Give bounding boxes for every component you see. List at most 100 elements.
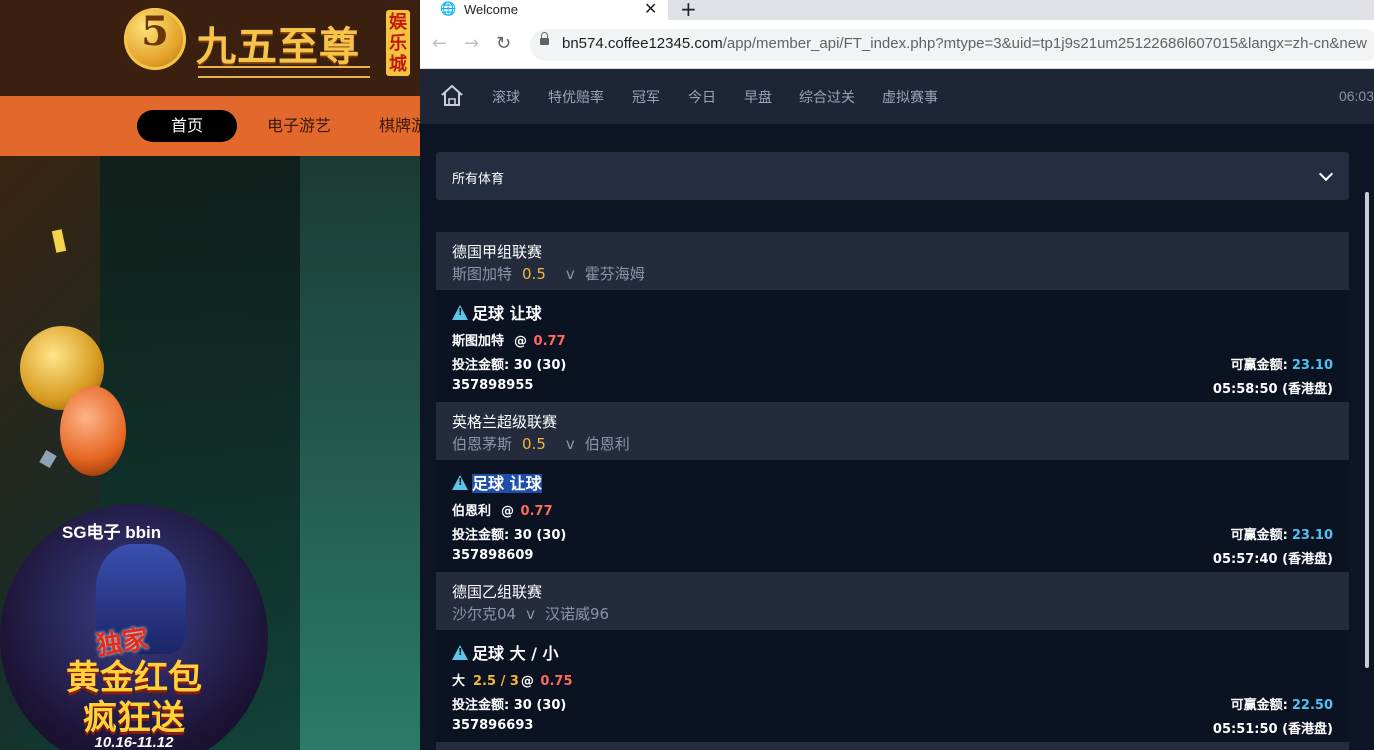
league-header: 德国乙组联赛 沙尔克04 v 汉诺威96 (436, 572, 1349, 630)
sport-filter-dropdown[interactable]: 所有体育 (436, 152, 1349, 200)
chevron-down-icon (1318, 166, 1334, 182)
match-line: 斯图加特 0.5 v 霍芬海姆 (452, 263, 645, 284)
bet-card: 足球 让球 伯恩利 @ 0.77 投注金额: 30 (30) 可赢金额:23.10… (436, 460, 1349, 572)
ticket-id: 357896693 (452, 718, 534, 733)
potential-win: 可赢金额: 22.50 (1231, 694, 1333, 713)
new-tab-button[interactable]: + (680, 0, 697, 20)
warning-icon (452, 645, 468, 660)
hero-panel-right (300, 156, 420, 750)
stake: 投注金额: 30 (30) (452, 694, 566, 713)
bet-card: 足球 大 / 小 大 2.5 / 3@ 0.75 投注金额: 30 (30) 可赢… (436, 630, 1349, 742)
bet-title: 足球 让球 (452, 300, 542, 324)
pick-name: 斯图加特 (452, 334, 505, 349)
bet-pick: 伯恩利 @ 0.77 (452, 500, 553, 519)
ticket-id: 357898609 (452, 548, 534, 563)
tab-outright[interactable]: 冠军 (632, 87, 660, 107)
away-team: 霍芬海姆 (584, 265, 645, 283)
bet-pick: 大 2.5 / 3 @ 0.75 (452, 670, 573, 689)
ticket-id: 357898955 (452, 378, 534, 393)
pick-name: 伯恩利 (452, 504, 492, 519)
site-nav-home[interactable]: 首页 (137, 110, 237, 142)
stake-label: 投注金额: (452, 698, 510, 713)
site-nav-egame[interactable]: 电子游艺 (267, 110, 331, 142)
app-top-nav: 滚球 特优赔率 冠军 今日 早盘 综合过关 虚拟赛事 06:03 (420, 69, 1374, 124)
bet-type: 足球 让球 (472, 304, 542, 323)
home-team: 沙尔克04 (452, 605, 517, 623)
close-icon[interactable]: ✕ (644, 0, 657, 18)
site-nav-chess[interactable]: 棋牌游 (379, 110, 420, 142)
sport-filter-value: 所有体育 (452, 172, 505, 187)
stake-label: 投注金额: (452, 358, 510, 373)
home-team: 斯图加特 (452, 265, 513, 283)
address-bar[interactable]: bn574.coffee12345.com/app/member_api/FT_… (530, 29, 1374, 61)
promo-date: 10.16-11.12 (94, 734, 174, 750)
odds: 0.77 (520, 504, 553, 519)
match-line: 沙尔克04 v 汉诺威96 (452, 603, 609, 624)
at-sign: @ (514, 334, 528, 349)
bet-title: 足球 让球 (452, 470, 542, 494)
stake-value: 30 (30) (513, 528, 567, 543)
forward-arrow-icon[interactable]: → (464, 34, 479, 54)
tab-live[interactable]: 滚球 (492, 87, 520, 107)
warning-icon (452, 475, 468, 490)
browser-window: 🌐 Welcome ✕ + ← → ↻ bn574.coffee12345.co… (420, 0, 1374, 750)
bet-pick: 斯图加特 @ 0.77 (452, 330, 566, 349)
site-logo-text[interactable]: 九五至尊 (196, 14, 360, 72)
bet-time: 05:51:50 (香港盘) (1212, 722, 1333, 737)
tab-virtual[interactable]: 虚拟赛事 (882, 87, 938, 107)
handicap: 0.5 (522, 435, 546, 453)
stake: 投注金额: 30 (30) (452, 524, 566, 543)
tab-today[interactable]: 今日 (688, 87, 716, 107)
bet-card: 足球 让球 斯图加特 @ 0.77 投注金额: 30 (30) 可赢金额:23.1… (436, 290, 1349, 402)
tab-parlay[interactable]: 综合过关 (799, 87, 855, 107)
url-text[interactable]: bn574.coffee12345.com/app/member_api/FT_… (562, 35, 1367, 52)
tab-early[interactable]: 早盘 (744, 87, 772, 107)
at-sign: @ (520, 674, 534, 689)
confetti-decoration (39, 449, 57, 469)
bet-type-selected: 足球 让球 (472, 474, 542, 493)
win-value: 23.10 (1291, 358, 1333, 373)
bet-time: 05:58:50 (香港盘) (1212, 382, 1333, 397)
confetti-decoration (51, 229, 67, 253)
home-team: 伯恩茅斯 (452, 435, 513, 453)
bet-title: 足球 大 / 小 (452, 640, 559, 664)
site-header: 5 九五至尊 娱乐城 (0, 0, 420, 96)
win-label: 可赢金额: (1230, 698, 1288, 713)
url-path: /app/member_api/FT_index.php?mtype=3&uid… (722, 35, 1367, 52)
stake-value: 30 (30) (513, 358, 567, 373)
league-header: 英格兰超级联赛 伯恩茅斯 0.5 v 伯恩利 (436, 402, 1349, 460)
potential-win: 可赢金额: 23.10 (1231, 354, 1333, 373)
stake: 投注金额: 30 (30) (452, 354, 566, 373)
orange-coin-icon (60, 386, 126, 476)
reload-icon[interactable]: ↻ (496, 34, 511, 54)
warning-icon (452, 305, 468, 320)
browser-toolbar: ← → ↻ bn574.coffee12345.com/app/member_a… (420, 20, 1374, 69)
win-value: 23.10 (1291, 528, 1333, 543)
tab-special-odds[interactable]: 特优赔率 (548, 87, 604, 107)
back-arrow-icon[interactable]: ← (432, 34, 447, 54)
promo-title-line2: 疯狂送 (83, 698, 185, 738)
pick-name: 大 (452, 674, 466, 689)
site-nav: 首页 电子游艺 棋牌游 (0, 96, 420, 156)
scrollbar-thumb[interactable] (1365, 192, 1369, 668)
league-header: 德国甲组联赛 斯图加特 0.5 v 霍芬海姆 (436, 232, 1349, 290)
home-icon[interactable] (440, 84, 464, 108)
stake-value: 30 (30) (513, 698, 567, 713)
tab-title: Welcome (464, 2, 518, 17)
clock: 06:03 (1338, 88, 1374, 104)
league-name: 英格兰超级联赛 (452, 413, 558, 431)
browser-tab-welcome[interactable]: 🌐 Welcome ✕ (420, 0, 668, 20)
league-name: 德国乙组联赛 (452, 583, 543, 601)
lock-icon[interactable] (540, 32, 549, 45)
site-logo-icon[interactable]: 5 (124, 8, 186, 70)
versus: v (526, 605, 535, 623)
odds: 0.75 (540, 674, 573, 689)
handicap: 0.5 (522, 265, 546, 283)
bet-type: 足球 大 / 小 (472, 644, 559, 663)
odds: 0.77 (533, 334, 566, 349)
away-team: 伯恩利 (584, 435, 630, 453)
win-label: 可赢金额: (1230, 358, 1288, 373)
potential-win: 可赢金额: 23.10 (1231, 524, 1333, 543)
win-label: 可赢金额: (1230, 528, 1288, 543)
league-name: 德国甲组联赛 (452, 243, 543, 261)
